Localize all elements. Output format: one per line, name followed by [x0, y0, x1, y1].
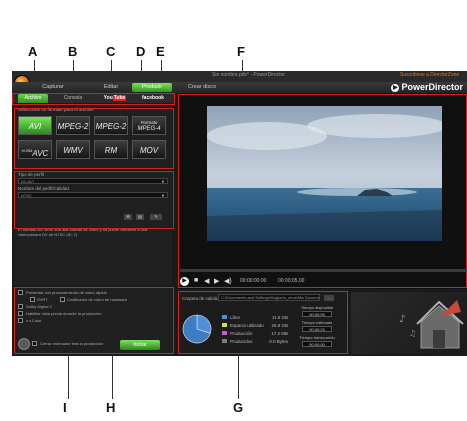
leader-g	[238, 355, 239, 399]
play-icon[interactable]: ▶	[180, 277, 189, 286]
playback-controls: ▶ ■ ◀ ▶ ◀) 00:00:00.00 00:00:05.00	[180, 276, 467, 288]
callout-h: H	[106, 400, 116, 415]
window-title: Sin nombre.pdx* - PowerDirector	[212, 72, 286, 78]
powerdirector-logo-icon: ▶	[391, 84, 400, 92]
callout-c: C	[106, 44, 116, 59]
directorzone-link[interactable]: Suscribirse a DirectorZone	[400, 72, 459, 78]
next-frame-icon[interactable]: ▶	[214, 277, 219, 285]
highlight-options	[14, 287, 174, 354]
mode-create-disc-button[interactable]: Crear disco	[182, 83, 222, 92]
mode-capture-button[interactable]: Capturar	[34, 83, 72, 92]
callout-b: B	[68, 44, 78, 59]
svg-text:♪: ♪	[399, 314, 405, 325]
callout-i: I	[63, 400, 67, 415]
brand-name: PowerDirector	[401, 82, 463, 92]
volume-icon[interactable]: ◀)	[224, 277, 232, 285]
callout-a: A	[28, 44, 38, 59]
produce-art-panel: ♪ ♫	[351, 292, 467, 354]
previous-frame-icon[interactable]: ◀	[204, 277, 209, 285]
callout-d: D	[136, 44, 146, 59]
timecode-current: 00:00:00.00	[240, 278, 267, 284]
mode-edit-button[interactable]: Editar	[94, 83, 128, 92]
highlight-profile	[14, 171, 174, 229]
powerdirector-window: Sin nombre.pdx* - PowerDirector Suscribi…	[12, 71, 467, 356]
highlight-tabs	[12, 93, 175, 105]
mode-produce-button[interactable]: Producir	[132, 83, 172, 92]
stop-icon[interactable]: ■	[194, 277, 198, 284]
music-house-icon: ♪ ♫	[399, 300, 464, 349]
svg-text:♫: ♫	[409, 329, 416, 338]
title-bar: Sin nombre.pdx* - PowerDirector Suscribi…	[12, 71, 467, 82]
leader-i	[68, 355, 69, 399]
callout-g: G	[233, 400, 244, 415]
timecode-total: 00:00:05.00	[278, 278, 305, 284]
preview-timeline-slider[interactable]	[180, 269, 467, 272]
callout-f: F	[237, 44, 245, 59]
brand-logo: ▶ PowerDirector	[391, 82, 463, 93]
highlight-formats	[14, 108, 174, 169]
highlight-preview	[178, 94, 467, 288]
callout-e: E	[156, 44, 165, 59]
highlight-output	[178, 291, 348, 354]
